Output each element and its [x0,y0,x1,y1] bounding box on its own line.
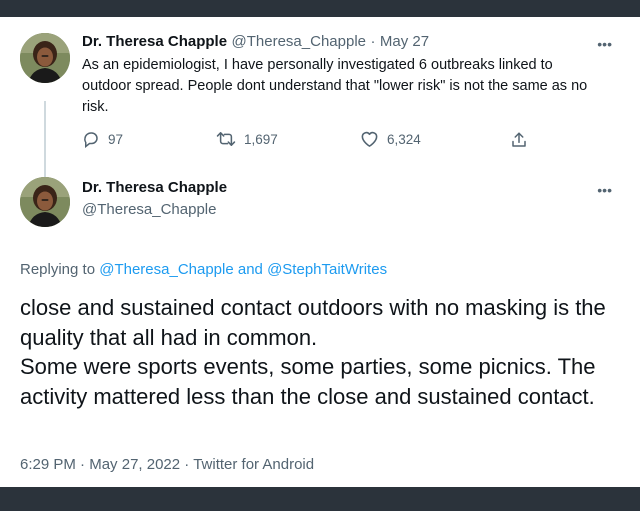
more-icon[interactable]: ••• [597,183,612,197]
tweet-meta: 6:29 PM · May 27, 2022 · Twitter for And… [20,456,314,473]
retweet-icon [216,130,236,148]
tweet-header: Dr. Theresa Chapple @Theresa_Chapple · M… [82,33,429,51]
tweet-date[interactable]: May 27, 2022 [89,456,180,473]
tweet-text: close and sustained contact outdoors wit… [20,293,625,411]
heart-icon [360,130,379,148]
separator: · [80,456,86,473]
tweet-source[interactable]: Twitter for Android [193,456,314,473]
retweet-button[interactable]: 1,697 [216,130,278,148]
like-button[interactable]: 6,324 [360,130,421,148]
share-button[interactable] [510,130,528,150]
avatar[interactable] [20,177,70,227]
tweet-paragraph: Some were sports events, some parties, s… [20,354,596,409]
replying-user-link[interactable]: @StephTaitWrites [267,261,387,278]
tweet-actions: 97 1,697 6,324 [82,130,542,152]
reply-icon [82,130,100,148]
author-handle[interactable]: @Theresa_Chapple [82,201,216,218]
avatar-image [20,177,70,227]
separator: · [184,456,190,473]
author-name[interactable]: Dr. Theresa Chapple [82,33,227,50]
tweet-time[interactable]: 6:29 PM [20,456,76,473]
like-count: 6,324 [387,131,421,147]
author-handle[interactable]: @Theresa_Chapple [232,33,366,50]
reply-button[interactable]: 97 [82,130,123,148]
replying-user-link[interactable]: @Theresa_Chapple [99,261,233,278]
replying-and[interactable]: and [238,261,263,278]
more-icon[interactable]: ••• [597,37,612,51]
tweet-text: As an epidemiologist, I have personally … [82,57,588,115]
avatar-image [20,33,70,83]
author-name[interactable]: Dr. Theresa Chapple [82,179,227,196]
avatar[interactable] [20,33,70,83]
tweet-card: Dr. Theresa Chapple @Theresa_Chapple · M… [0,17,640,487]
tweet-paragraph: close and sustained contact outdoors wit… [20,295,606,350]
share-icon [510,130,528,150]
retweet-count: 1,697 [244,131,278,147]
tweet-date[interactable]: May 27 [380,33,429,50]
reply-count: 97 [108,131,124,147]
replying-to: Replying to @Theresa_Chapple and @StephT… [20,261,387,278]
separator: · [370,33,376,50]
replying-prefix: Replying to [20,261,96,278]
